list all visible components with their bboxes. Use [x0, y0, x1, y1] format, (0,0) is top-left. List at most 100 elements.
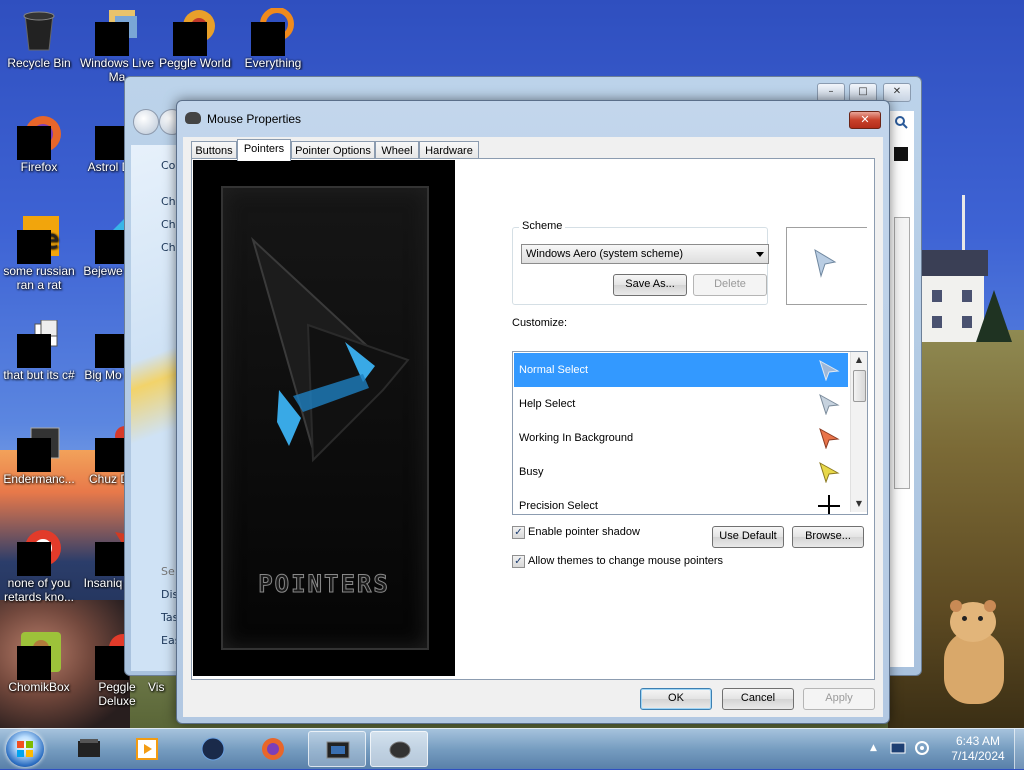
app-icon	[17, 319, 61, 368]
list-item[interactable]: Working In Background	[514, 421, 848, 455]
task-link[interactable]: Ch	[161, 195, 176, 208]
working-cursor-icon	[819, 427, 840, 449]
pointers-logo: POINTERS	[258, 570, 390, 599]
list-item-label: Help Select	[519, 398, 576, 410]
clock[interactable]: 6:43 AM 7/14/2024	[942, 734, 1014, 764]
ok-button[interactable]: OK	[640, 688, 712, 710]
desktop-icon-recycle-bin[interactable]: Recycle Bin	[0, 8, 78, 70]
task-link[interactable]: Ch	[161, 218, 176, 231]
scheme-value: Windows Aero (system scheme)	[526, 248, 684, 260]
taskbar-mouse-properties[interactable]	[370, 731, 428, 767]
show-hidden-icons-icon[interactable]: ▲	[870, 743, 877, 753]
hamster-sticker	[940, 600, 1008, 704]
desktop-icon-that-but-its-csharp[interactable]: that but its c#	[0, 319, 78, 382]
list-item-label: Normal Select	[519, 364, 589, 376]
desktop-icon-none-of-you[interactable]: none of you retards kno...	[0, 528, 78, 604]
dialog-client-area: Buttons Pointers Pointer Options Wheel H…	[183, 137, 883, 717]
task-link[interactable]: Ch	[161, 241, 176, 254]
taskbar-media-player[interactable]	[118, 731, 176, 767]
use-default-button[interactable]: Use Default	[712, 526, 784, 548]
taskbar: ▲ 6:43 AM 7/14/2024	[0, 728, 1024, 769]
control-panel-icon	[326, 741, 350, 759]
media-player-icon	[136, 738, 158, 760]
system-tray: ▲ 6:43 AM 7/14/2024	[866, 729, 1024, 769]
scroll-thumb[interactable]	[853, 370, 866, 402]
arrow-cursor-icon	[814, 248, 837, 278]
cursor-list[interactable]: Normal Select Help Select Working In Bac…	[512, 351, 868, 515]
list-item-label: Precision Select	[519, 500, 598, 512]
task-link[interactable]: Co	[161, 159, 175, 172]
scheme-dropdown[interactable]: Windows Aero (system scheme)	[521, 244, 769, 264]
mouse-icon	[389, 741, 411, 759]
mouse-properties-dialog[interactable]: Mouse Properties ✕ Buttons Pointers Poin…	[176, 100, 890, 724]
search-icon[interactable]	[894, 115, 908, 129]
scheme-label: Scheme	[519, 220, 566, 232]
taskbar-app[interactable]	[184, 731, 242, 767]
back-button[interactable]	[133, 109, 159, 135]
delete-button[interactable]: Delete	[693, 274, 767, 296]
right-scroll-pane[interactable]	[889, 111, 914, 667]
desktop-icon-endermanch[interactable]: Endermanc...	[0, 424, 78, 486]
cursor-list-scrollbar[interactable]: ▲ ▼	[850, 352, 867, 512]
list-item-label: Working In Background	[519, 432, 634, 444]
desktop-icon-firefox[interactable]: Firefox	[0, 112, 78, 174]
browse-button[interactable]: Browse...	[792, 526, 864, 548]
enable-pointer-shadow-checkbox[interactable]: ✓	[512, 526, 525, 539]
scheme-group: Scheme Windows Aero (system scheme) Save…	[512, 220, 769, 305]
list-item[interactable]: Precision Select	[514, 489, 848, 514]
windows-explorer-icon	[78, 739, 100, 757]
list-item[interactable]: Busy	[514, 455, 848, 489]
arrow-cursor-icon	[819, 359, 840, 381]
close-button[interactable]: ✕	[849, 111, 881, 129]
wallpaper-tree	[976, 290, 1012, 342]
dialog-title: Mouse Properties	[207, 112, 302, 126]
customize-label: Customize:	[512, 317, 568, 329]
clock-date: 7/14/2024	[951, 749, 1005, 763]
desktop-icon-windows-live[interactable]: Windows Live Ma	[78, 8, 156, 84]
chomikbox-icon	[17, 632, 61, 680]
firefox-icon	[17, 112, 61, 160]
windows-logo-icon	[17, 741, 33, 757]
list-item[interactable]: Normal Select	[514, 353, 848, 387]
save-as-button[interactable]: Save As...	[613, 274, 687, 296]
start-button[interactable]	[6, 731, 44, 767]
taskbar-control-panel[interactable]	[308, 731, 366, 767]
chevron-down-icon	[756, 252, 764, 257]
apply-button[interactable]: Apply	[803, 688, 875, 710]
app-icon	[17, 424, 61, 472]
desktop-icon-some-russian[interactable]: e some russian ran a rat	[0, 216, 78, 292]
app-icon	[201, 737, 225, 761]
desktop-icon-everything[interactable]: Everything	[234, 7, 312, 70]
busy-cursor-icon	[819, 461, 840, 483]
windows-live-icon	[95, 8, 139, 56]
volume-icon[interactable]	[914, 740, 930, 756]
list-item[interactable]: Help Select	[514, 387, 848, 421]
scheme-preview-image: POINTERS	[193, 160, 455, 676]
clock-time: 6:43 AM	[955, 734, 1001, 748]
app-icon: e	[17, 216, 61, 264]
scroll-up-icon[interactable]: ▲	[851, 352, 867, 368]
cursor-preview	[786, 227, 867, 305]
network-icon[interactable]	[890, 741, 906, 755]
help-cursor-icon	[819, 393, 840, 415]
taskbar-firefox[interactable]	[244, 731, 302, 767]
firefox-icon	[262, 738, 284, 760]
scroll-down-icon[interactable]: ▼	[851, 496, 867, 512]
pointers-panel: POINTERS Scheme Windows Aero (system sch…	[191, 158, 875, 680]
show-desktop-button[interactable]	[1014, 729, 1024, 769]
everything-icon	[251, 7, 295, 56]
app-icon	[17, 528, 61, 576]
close-button[interactable]: ✕	[883, 83, 911, 102]
cancel-button[interactable]: Cancel	[722, 688, 794, 710]
allow-themes-label: Allow themes to change mouse pointers	[528, 555, 724, 567]
taskbar-windows-explorer[interactable]	[60, 731, 118, 767]
allow-themes-checkbox[interactable]: ✓	[512, 555, 525, 568]
see-also-heading: Se	[161, 565, 175, 578]
enable-pointer-shadow-label: Enable pointer shadow	[528, 526, 640, 538]
desktop-icon-peggle-world[interactable]: Peggle World	[156, 8, 234, 70]
list-item-label: Busy	[519, 466, 544, 478]
peggle-icon	[173, 8, 217, 56]
desktop-icon-chomikbox[interactable]: ChomikBox	[0, 632, 78, 694]
tab-pointers[interactable]: Pointers	[237, 139, 291, 161]
crosshair-cursor-icon	[818, 495, 840, 514]
